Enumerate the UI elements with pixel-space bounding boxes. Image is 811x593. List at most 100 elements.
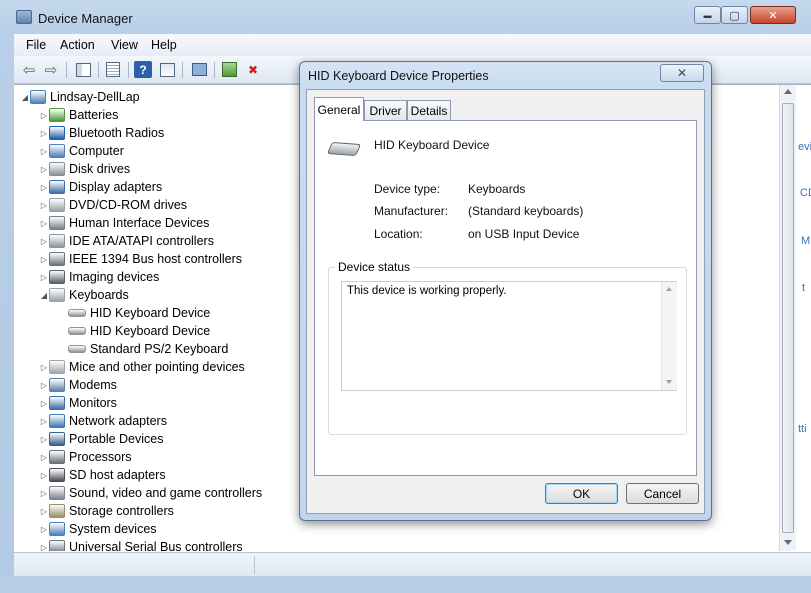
view-icon[interactable] (158, 61, 176, 78)
back-arrow-icon[interactable]: ⇦ (20, 61, 38, 79)
tree-item-6[interactable]: ▷ Human Interface Devices (39, 214, 209, 232)
expand-toggle-icon[interactable]: ▷ (39, 471, 49, 480)
tree-child-10-0[interactable]: HID Keyboard Device (58, 304, 210, 322)
tree-item-2[interactable]: ▷ Computer (39, 142, 124, 160)
scan-hardware-icon[interactable] (190, 61, 208, 78)
tree-item-label: IEEE 1394 Bus host controllers (69, 252, 243, 266)
tree-item-4[interactable]: ▷ Display adapters (39, 178, 162, 196)
close-button[interactable]: ✕ (750, 6, 796, 24)
tree-item-21[interactable]: ▷ Universal Serial Bus controllers (39, 538, 243, 551)
tree-item-1[interactable]: ▷ Bluetooth Radios (39, 124, 164, 142)
tree-item-3[interactable]: ▷ Disk drives (39, 160, 130, 178)
tree-item-0[interactable]: ▷ Batteries (39, 106, 118, 124)
expand-toggle-icon[interactable]: ▷ (39, 273, 49, 282)
battery-icon (49, 108, 65, 122)
help-icon[interactable]: ? (134, 61, 152, 78)
expand-toggle-icon[interactable]: ▷ (39, 183, 49, 192)
expand-toggle-icon[interactable]: ▷ (39, 381, 49, 390)
uninstall-glyph: ✖ (247, 62, 259, 77)
expand-toggle-icon[interactable]: ▷ (39, 399, 49, 408)
expand-toggle-icon[interactable]: ▷ (39, 417, 49, 426)
tree-child-10-2[interactable]: Standard PS/2 Keyboard (58, 340, 228, 358)
tree-item-10[interactable]: ◢ Keyboards (39, 286, 129, 304)
minimize-icon: ▬ (703, 10, 712, 20)
tree-item-15[interactable]: ▷ Portable Devices (39, 430, 164, 448)
expand-toggle-icon[interactable]: ▷ (39, 129, 49, 138)
properties-glyph (106, 62, 120, 77)
menu-file[interactable]: File (26, 38, 46, 52)
tab-driver[interactable]: Driver (364, 100, 407, 120)
properties-icon[interactable] (104, 61, 122, 78)
scroll-up-arrow-icon[interactable] (784, 89, 792, 94)
title-bar: Device Manager ▬ ▢ ✕ (0, 0, 811, 34)
cancel-button[interactable]: Cancel (626, 483, 699, 504)
expand-toggle-icon[interactable]: ▷ (39, 543, 49, 552)
expand-toggle-icon[interactable]: ▷ (39, 201, 49, 210)
tab-general[interactable]: General (314, 97, 364, 121)
tree-item-20[interactable]: ▷ System devices (39, 520, 157, 538)
window-title: Device Manager (38, 11, 133, 26)
tree-item-5[interactable]: ▷ DVD/CD-ROM drives (39, 196, 187, 214)
storage-controller-icon (49, 504, 65, 518)
expand-toggle-icon[interactable]: ▷ (39, 255, 49, 264)
expand-toggle-icon[interactable]: ▷ (39, 453, 49, 462)
dialog-close-button[interactable]: ✕ (660, 64, 704, 82)
expand-toggle-icon[interactable]: ▷ (39, 147, 49, 156)
computer-root-icon (30, 90, 46, 104)
menu-action[interactable]: Action (60, 38, 95, 52)
forward-arrow-icon[interactable]: ⇨ (42, 61, 60, 79)
expand-toggle-icon[interactable]: ▷ (39, 435, 49, 444)
scroll-down-arrow-icon[interactable] (784, 540, 792, 545)
menu-help[interactable]: Help (151, 38, 177, 52)
expand-toggle-icon[interactable]: ▷ (39, 525, 49, 534)
network-adapter-icon (49, 414, 65, 428)
minimize-button[interactable]: ▬ (694, 6, 721, 24)
tree-item-label: Universal Serial Bus controllers (69, 540, 243, 551)
scroll-down-arrow-icon[interactable] (666, 380, 672, 384)
tree-item-18[interactable]: ▷ Sound, video and game controllers (39, 484, 262, 502)
tree-item-13[interactable]: ▷ Monitors (39, 394, 117, 412)
expand-toggle-icon[interactable]: ▷ (39, 489, 49, 498)
processor-icon (49, 450, 65, 464)
keyboard-icon (326, 141, 362, 157)
tree-item-label: Bluetooth Radios (69, 126, 165, 140)
expand-toggle-icon[interactable]: ▷ (39, 219, 49, 228)
toolbar-separator (66, 62, 67, 78)
scroll-up-arrow-icon[interactable] (666, 287, 672, 291)
keyboard-icon (68, 345, 86, 353)
expand-toggle-icon[interactable]: ◢ (39, 291, 49, 300)
expand-toggle-icon[interactable]: ◢ (20, 93, 30, 102)
tree-item-12[interactable]: ▷ Modems (39, 376, 117, 394)
tree-child-10-1[interactable]: HID Keyboard Device (58, 322, 210, 340)
uninstall-icon[interactable]: ✖ (244, 61, 262, 78)
tree-item-label: Human Interface Devices (69, 216, 210, 230)
maximize-button[interactable]: ▢ (721, 6, 748, 24)
device-tree[interactable]: ◢ Lindsay-DellLap ▷ Batteries ▷ Bluetooth Rad… (20, 85, 290, 551)
update-driver-icon[interactable] (220, 61, 238, 78)
tree-item-11[interactable]: ▷ Mice and other pointing devices (39, 358, 245, 376)
expand-toggle-icon[interactable]: ▷ (39, 165, 49, 174)
tab-details[interactable]: Details (407, 100, 451, 120)
vertical-scrollbar[interactable] (779, 85, 797, 551)
tree-item-7[interactable]: ▷ IDE ATA/ATAPI controllers (39, 232, 214, 250)
tree-item-19[interactable]: ▷ Storage controllers (39, 502, 174, 520)
modem-icon (49, 378, 65, 392)
menu-view[interactable]: View (111, 38, 138, 52)
tree-item-14[interactable]: ▷ Network adapters (39, 412, 167, 430)
right-pane-fragment: tti (798, 423, 807, 435)
show-hide-tree-icon[interactable] (74, 61, 92, 78)
tree-item-9[interactable]: ▷ Imaging devices (39, 268, 159, 286)
ok-button[interactable]: OK (545, 483, 618, 504)
expand-toggle-icon[interactable]: ▷ (39, 111, 49, 120)
tree-item-8[interactable]: ▷ IEEE 1394 Bus host controllers (39, 250, 242, 268)
tree-item-17[interactable]: ▷ SD host adapters (39, 466, 166, 484)
tree-item-16[interactable]: ▷ Processors (39, 448, 132, 466)
device-status-text[interactable]: This device is working properly. (341, 281, 677, 391)
tree-item-label: Monitors (69, 396, 117, 410)
expand-toggle-icon[interactable]: ▷ (39, 237, 49, 246)
expand-toggle-icon[interactable]: ▷ (39, 363, 49, 372)
tree-root[interactable]: ◢ Lindsay-DellLap (20, 88, 140, 106)
expand-toggle-icon[interactable]: ▷ (39, 507, 49, 516)
scroll-thumb[interactable] (782, 103, 794, 533)
status-scrollbar[interactable] (661, 282, 677, 390)
